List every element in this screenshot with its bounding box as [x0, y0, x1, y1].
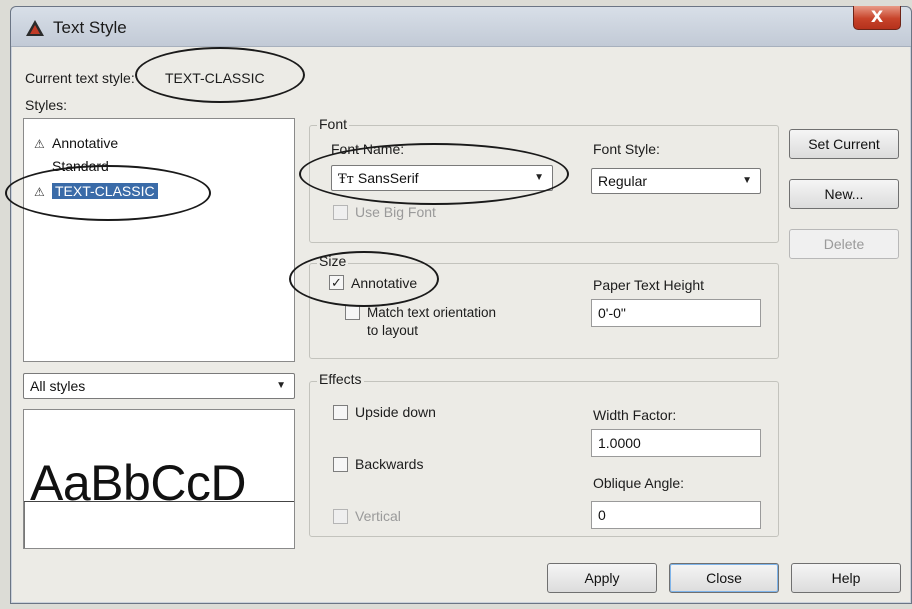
vertical-checkbox[interactable]	[333, 509, 348, 524]
font-style-dropdown[interactable]: Regular ▼	[591, 168, 761, 194]
close-window-button[interactable]: X	[853, 6, 901, 30]
use-big-font-label: Use Big Font	[355, 204, 436, 220]
preview-text: AaBbCcD	[30, 455, 247, 511]
set-current-button[interactable]: Set Current	[789, 129, 899, 159]
use-big-font-checkbox[interactable]	[333, 205, 348, 220]
oblique-angle-label: Oblique Angle:	[593, 475, 685, 491]
match-orientation-checkbox[interactable]	[345, 305, 360, 320]
window-title: Text Style	[53, 18, 127, 37]
paper-height-input[interactable]: 0'-0"	[591, 299, 761, 327]
annotative-icon: ⚠	[34, 137, 45, 151]
close-icon: X	[870, 7, 884, 26]
help-button[interactable]: Help	[791, 563, 901, 593]
close-button[interactable]: Close	[669, 563, 779, 593]
vertical-label: Vertical	[355, 508, 401, 524]
style-preview: AaBbCcD	[23, 409, 295, 549]
chevron-down-icon: ▼	[742, 175, 752, 186]
new-button[interactable]: New...	[789, 179, 899, 209]
font-style-label: Font Style:	[593, 141, 660, 157]
current-style-label: Current text style:	[25, 70, 135, 86]
text-style-dialog: Text Style X Current text style: TEXT-CL…	[5, 6, 912, 604]
autocad-app-icon	[26, 20, 44, 36]
annotation-oval-font-name	[299, 143, 569, 205]
styles-list[interactable]: ⚠ Annotative Standard ⚠ TEXT-CLASSIC	[23, 118, 295, 362]
oblique-angle-input[interactable]: 0	[591, 501, 761, 529]
width-factor-label: Width Factor:	[593, 407, 677, 423]
effects-group-label: Effects	[317, 371, 364, 387]
chevron-down-icon: ▼	[276, 380, 286, 391]
styles-filter-dropdown[interactable]: All styles ▼	[23, 373, 295, 399]
font-group-label: Font	[317, 116, 350, 132]
delete-button[interactable]: Delete	[789, 229, 899, 259]
match-orientation-label-line1: Match text orientation	[367, 305, 497, 320]
annotation-oval-annotative	[289, 251, 439, 307]
width-factor-input[interactable]: 1.0000	[591, 429, 761, 457]
match-orientation-label-line2: to layout	[367, 323, 419, 338]
paper-height-label: Paper Text Height	[593, 277, 705, 293]
annotation-oval-current-style	[135, 47, 305, 103]
backwards-label: Backwards	[355, 456, 424, 472]
backwards-checkbox[interactable]	[333, 457, 348, 472]
annotation-oval-selected-style	[5, 165, 211, 221]
upside-down-label: Upside down	[355, 404, 436, 420]
styles-label: Styles:	[25, 97, 68, 113]
style-item-annotative[interactable]: ⚠ Annotative	[34, 133, 118, 153]
apply-button[interactable]: Apply	[547, 563, 657, 593]
upside-down-checkbox[interactable]	[333, 405, 348, 420]
title-bar[interactable]: Text Style X	[11, 6, 911, 47]
